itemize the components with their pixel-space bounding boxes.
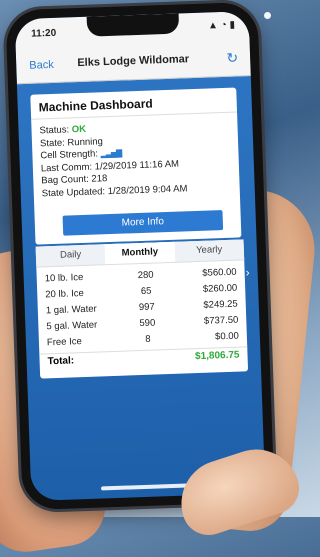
tab-monthly[interactable]: Monthly	[104, 241, 175, 265]
signal-bars-icon: ▂▃▅▇	[100, 148, 122, 159]
machine-dashboard-card: Machine Dashboard Status: OK State: Runn…	[30, 87, 242, 245]
sales-table: Daily Monthly Yearly 10 lb. Ice 280 $560…	[35, 239, 249, 379]
refresh-icon[interactable]: ↻	[226, 49, 238, 66]
item-name: Free Ice	[46, 336, 83, 349]
more-info-button[interactable]: More Info	[62, 210, 224, 236]
chevron-right-icon[interactable]: ›	[245, 265, 249, 279]
total-spacer	[123, 352, 173, 365]
tab-yearly[interactable]: Yearly	[174, 239, 244, 261]
status-time: 11:20	[30, 27, 57, 40]
cell-strength-label: Cell Strength:	[40, 148, 99, 162]
status-label: Status:	[39, 124, 70, 137]
item-qty: 590	[139, 317, 156, 330]
home-indicator[interactable]	[101, 483, 197, 491]
total-label: Total:	[47, 355, 75, 368]
item-qty: 280	[137, 269, 154, 282]
item-qty: 8	[145, 333, 151, 345]
item-qty: 997	[138, 301, 155, 314]
item-qty: 65	[140, 285, 152, 297]
page-dot	[264, 12, 271, 19]
phone-screen: 11:20 ▲ ◔ ▮ Back Elks Lodge Wildomar ↻ M…	[14, 11, 266, 501]
item-amount: $0.00	[214, 330, 240, 343]
status-value: OK	[71, 123, 87, 136]
status-icons: ▲ ◔ ▮	[207, 19, 236, 32]
tab-daily[interactable]: Daily	[36, 244, 106, 266]
total-value: $1,806.75	[194, 349, 240, 363]
phone: 11:20 ▲ ◔ ▮ Back Elks Lodge Wildomar ↻ M…	[5, 1, 275, 511]
phone-notch	[86, 13, 180, 37]
